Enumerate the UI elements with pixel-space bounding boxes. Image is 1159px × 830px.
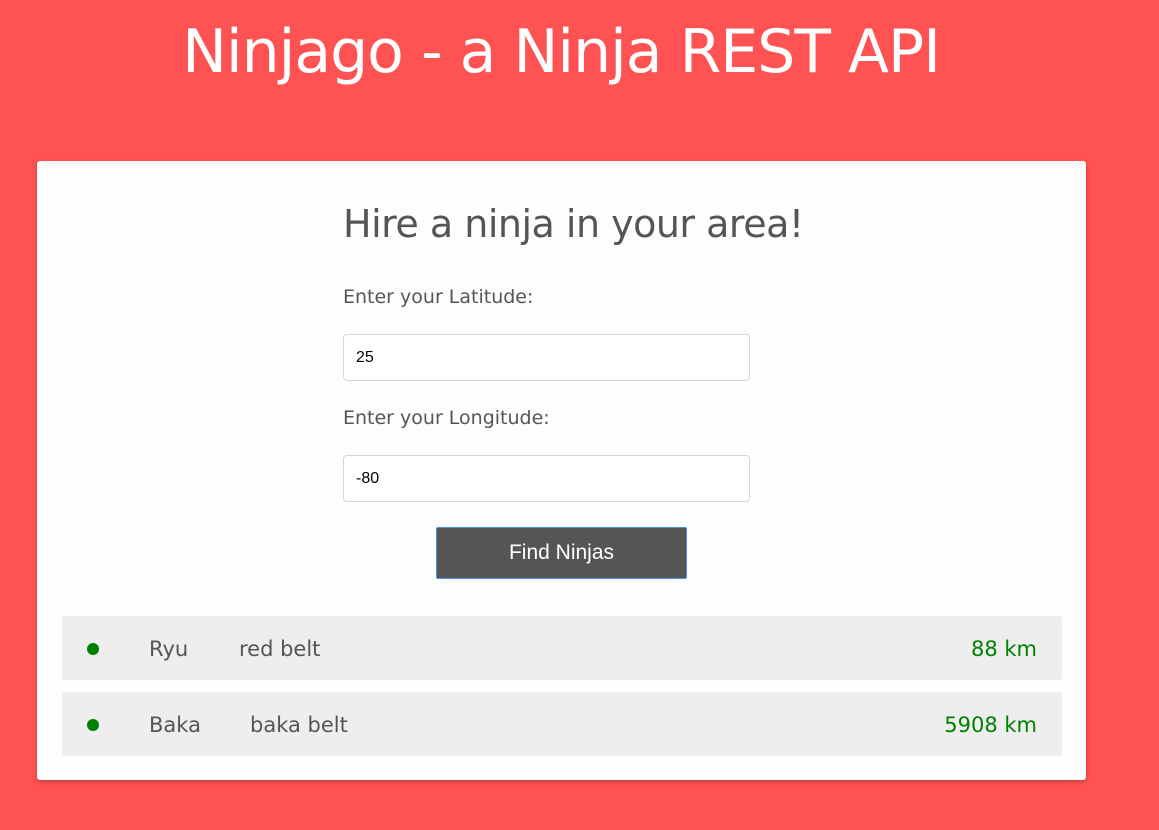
ninja-distance: 5908 km (944, 713, 1037, 737)
ninja-rank: red belt (239, 637, 321, 661)
find-ninjas-button[interactable]: Find Ninjas (436, 527, 687, 579)
ninja-name: Ryu (149, 637, 189, 661)
ninja-result-row: Ryu red belt 88 km (62, 616, 1062, 680)
status-dot-icon (87, 643, 99, 655)
ninja-distance: 88 km (970, 637, 1037, 661)
ninja-results-list: Ryu red belt 88 km Baka baka belt 5908 k… (62, 616, 1062, 768)
longitude-input[interactable] (343, 455, 750, 502)
latitude-label: Enter your Latitude: (343, 286, 534, 308)
ninja-rank: baka belt (250, 713, 348, 737)
ninja-name: Baka (149, 713, 201, 737)
latitude-input[interactable] (343, 334, 750, 381)
ninja-result-row: Baka baka belt 5908 km (62, 692, 1062, 756)
ninja-finder-card: Hire a ninja in your area! Enter your La… (37, 161, 1086, 780)
status-dot-icon (87, 719, 99, 731)
page-title: Ninjago - a Ninja REST API (182, 17, 941, 87)
longitude-label: Enter your Longitude: (343, 407, 550, 429)
form-title: Hire a ninja in your area! (343, 202, 804, 246)
